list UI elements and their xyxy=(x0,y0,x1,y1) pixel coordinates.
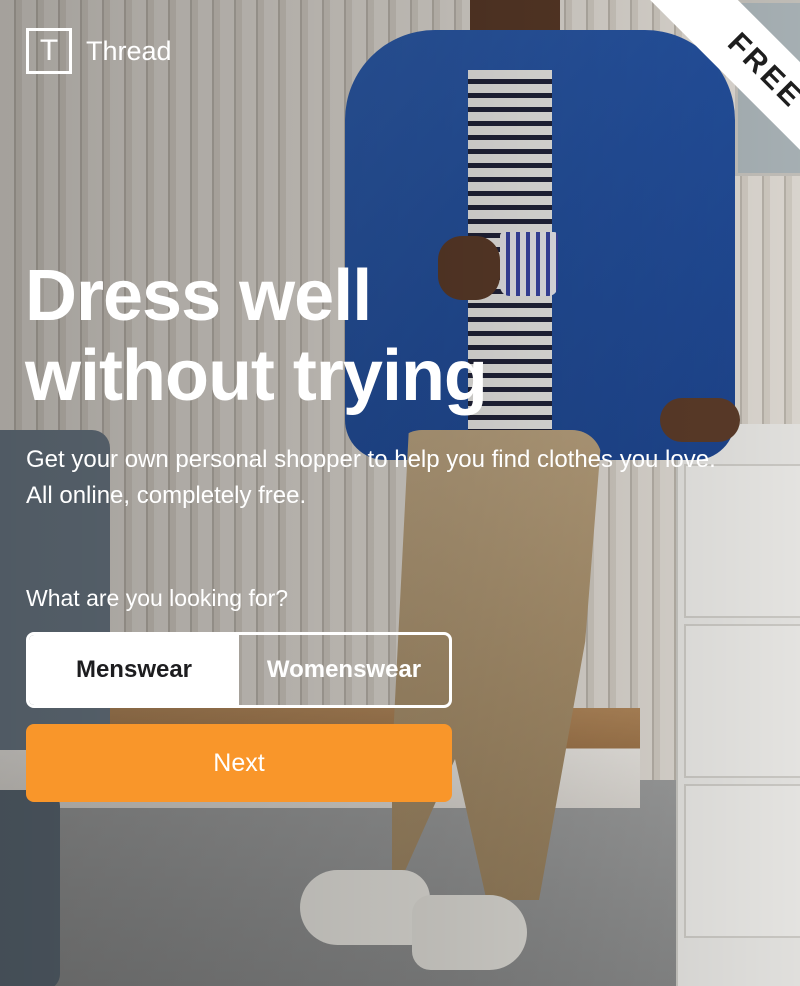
logo-mark-icon: T xyxy=(26,28,72,74)
brand-name: Thread xyxy=(86,35,172,66)
next-button[interactable]: Next xyxy=(26,724,452,802)
page-headline: Dress well without trying xyxy=(25,256,488,416)
ribbon-label: FREE xyxy=(640,0,800,196)
free-ribbon: FREE xyxy=(590,0,800,210)
menswear-option[interactable]: Menswear xyxy=(29,635,239,705)
headline-line-1: Dress well xyxy=(25,256,372,336)
womenswear-option[interactable]: Womenswear xyxy=(239,635,449,705)
category-toggle: Menswear Womenswear xyxy=(26,632,452,708)
shopping-question: What are you looking for? xyxy=(26,585,289,611)
hero-subtitle: Get your own personal shopper to help yo… xyxy=(26,446,716,509)
headline-line-2: without trying xyxy=(25,336,488,416)
brand-logo[interactable]: T Thread xyxy=(26,28,172,74)
